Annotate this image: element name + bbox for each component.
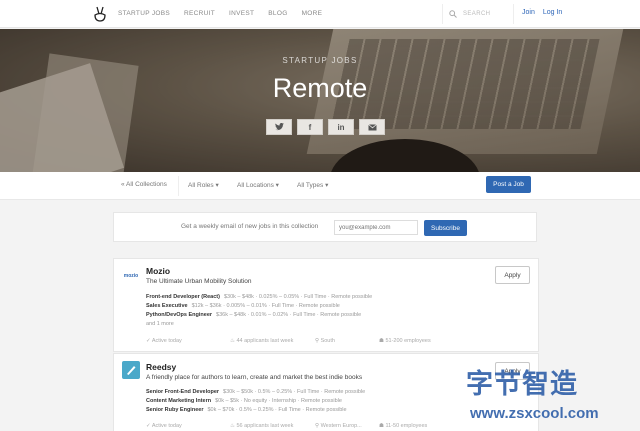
- activity-status: ✓ Active today: [146, 338, 182, 344]
- twitter-share-button[interactable]: [266, 119, 292, 135]
- location-text: Western Europ...: [320, 423, 362, 429]
- company-tagline: A friendly place for authors to learn, c…: [146, 374, 363, 381]
- nav-startup-jobs[interactable]: STARTUP JOBS: [118, 10, 170, 17]
- company-name[interactable]: Reedsy: [146, 362, 176, 372]
- chevron-down-icon: ▾: [275, 182, 279, 189]
- reedsy-logo-icon[interactable]: [122, 361, 140, 379]
- auth-links: Join Log In: [522, 9, 562, 16]
- job-title[interactable]: Front-end Developer (React): [146, 294, 220, 300]
- job-title[interactable]: Senior Front-End Developer: [146, 389, 219, 395]
- facebook-icon: f: [308, 122, 312, 132]
- apply-button[interactable]: Apply: [495, 266, 530, 284]
- people-icon: ☗: [379, 423, 384, 429]
- filter-roles-label: All Roles: [188, 182, 214, 189]
- main-nav: STARTUP JOBS RECRUIT INVEST BLOG MORE: [118, 10, 322, 17]
- search-placeholder: SEARCH: [463, 11, 491, 17]
- job-details: $0k – $5k · No equity · Internship · Rem…: [215, 398, 342, 404]
- divider: [178, 176, 179, 196]
- hero-title: Remote: [272, 73, 368, 103]
- share-buttons: f in: [266, 119, 385, 135]
- job-details: $30k – $50k · 0.5% – 0.25% · Full Time ·…: [223, 389, 366, 395]
- fire-icon: ♨: [230, 423, 235, 429]
- email-icon: [367, 123, 377, 130]
- hero-banner: STARTUP JOBS Remote f in: [0, 29, 640, 172]
- filter-types-label: All Types: [297, 182, 324, 189]
- filter-bar: « All Collections All Roles ▾ All Locati…: [0, 172, 640, 200]
- subscribe-button[interactable]: Subscribe: [424, 220, 467, 236]
- job-details: $12k – $36k · 0.005% – 0.01% · Full Time…: [191, 303, 340, 309]
- check-icon: ✓: [146, 338, 151, 344]
- applicants-text: 44 applicants last week: [236, 338, 294, 344]
- job-title[interactable]: Python/DevOps Engineer: [146, 312, 212, 318]
- applicants-count: ♨ 56 applicants last week: [230, 423, 293, 429]
- nav-recruit[interactable]: RECRUIT: [184, 10, 215, 17]
- login-link[interactable]: Log In: [543, 9, 562, 16]
- company-tagline: The Ultimate Urban Mobility Solution: [146, 278, 252, 285]
- activity-status: ✓ Active today: [146, 423, 182, 429]
- all-collections-link[interactable]: « All Collections: [121, 181, 167, 188]
- activity-text: Active today: [151, 423, 182, 429]
- subscribe-text: Get a weekly email of new jobs in this c…: [181, 223, 319, 230]
- linkedin-share-button[interactable]: in: [328, 119, 354, 135]
- nav-blog[interactable]: BLOG: [268, 10, 287, 17]
- filter-locations-label: All Locations: [237, 182, 274, 189]
- search-icon: [449, 10, 457, 18]
- job-title[interactable]: Senior Ruby Engineer: [146, 407, 203, 413]
- people-icon: ☗: [379, 338, 384, 344]
- chevron-down-icon: ▾: [325, 182, 329, 189]
- company-location: ⚲ Western Europ...: [315, 423, 362, 429]
- applicants-count: ♨ 44 applicants last week: [230, 338, 293, 344]
- top-navbar: STARTUP JOBS RECRUIT INVEST BLOG MORE SE…: [0, 0, 640, 28]
- job-row[interactable]: Python/DevOps Engineer $36k – $48k · 0.01…: [146, 312, 361, 318]
- company-location: ⚲ South: [315, 338, 335, 344]
- email-field[interactable]: [334, 220, 418, 235]
- location-pin-icon: ⚲: [315, 423, 320, 429]
- watermark-url: www.zsxcool.com: [470, 405, 599, 422]
- job-row[interactable]: Front-end Developer (React) $30k – $48k ·…: [146, 294, 372, 300]
- job-row[interactable]: Content Marketing Intern $0k – $5k · No e…: [146, 398, 342, 404]
- job-details: $36k – $48k · 0.01% – 0.02% · Full Time …: [216, 312, 362, 318]
- location-text: South: [320, 338, 335, 344]
- angellist-logo-icon[interactable]: [93, 6, 107, 22]
- fire-icon: ♨: [230, 338, 235, 344]
- company-logo-text: mozio: [123, 273, 139, 279]
- size-text: 11-50 employees: [385, 423, 428, 429]
- subscribe-card: Get a weekly email of new jobs in this c…: [113, 212, 537, 242]
- nav-more[interactable]: MORE: [302, 10, 323, 17]
- job-title[interactable]: Sales Executive: [146, 303, 188, 309]
- size-text: 51-200 employees: [385, 338, 431, 344]
- job-row[interactable]: Senior Ruby Engineer $0k – $70k · 0.5% – …: [146, 407, 347, 413]
- hero-subtitle: STARTUP JOBS: [282, 56, 358, 65]
- company-logo[interactable]: mozio: [122, 267, 140, 285]
- location-pin-icon: ⚲: [315, 338, 320, 344]
- check-icon: ✓: [146, 423, 151, 429]
- search-input[interactable]: SEARCH: [442, 4, 514, 24]
- linkedin-icon: in: [337, 122, 345, 132]
- facebook-share-button[interactable]: f: [297, 119, 323, 135]
- nav-invest[interactable]: INVEST: [229, 10, 254, 17]
- job-details: $0k – $70k · 0.5% – 0.25% · Full Time · …: [207, 407, 347, 413]
- job-row[interactable]: Senior Front-End Developer $30k – $50k · …: [146, 389, 365, 395]
- job-title[interactable]: Content Marketing Intern: [146, 398, 211, 404]
- company-size: ☗ 11-50 employees: [379, 423, 427, 429]
- email-share-button[interactable]: [359, 119, 385, 135]
- join-link[interactable]: Join: [522, 9, 535, 16]
- company-card-mozio: mozio Mozio The Ultimate Urban Mobility …: [113, 258, 539, 352]
- applicants-text: 56 applicants last week: [236, 423, 294, 429]
- chevron-down-icon: ▾: [215, 182, 219, 189]
- company-size: ☗ 51-200 employees: [379, 338, 431, 344]
- activity-text: Active today: [151, 338, 182, 344]
- job-row[interactable]: Sales Executive $12k – $36k · 0.005% – 0.…: [146, 303, 340, 309]
- filter-roles[interactable]: All Roles ▾: [188, 181, 219, 189]
- filter-types[interactable]: All Types ▾: [297, 181, 328, 189]
- company-name[interactable]: Mozio: [146, 266, 170, 276]
- twitter-icon: [274, 123, 284, 131]
- job-details: $30k – $48k · 0.025% – 0.05% · Full Time…: [223, 294, 373, 300]
- watermark-title: 字节智造: [466, 369, 578, 399]
- post-job-button[interactable]: Post a Job: [486, 176, 531, 193]
- more-jobs-link[interactable]: and 1 more: [146, 321, 174, 327]
- filter-locations[interactable]: All Locations ▾: [237, 181, 279, 189]
